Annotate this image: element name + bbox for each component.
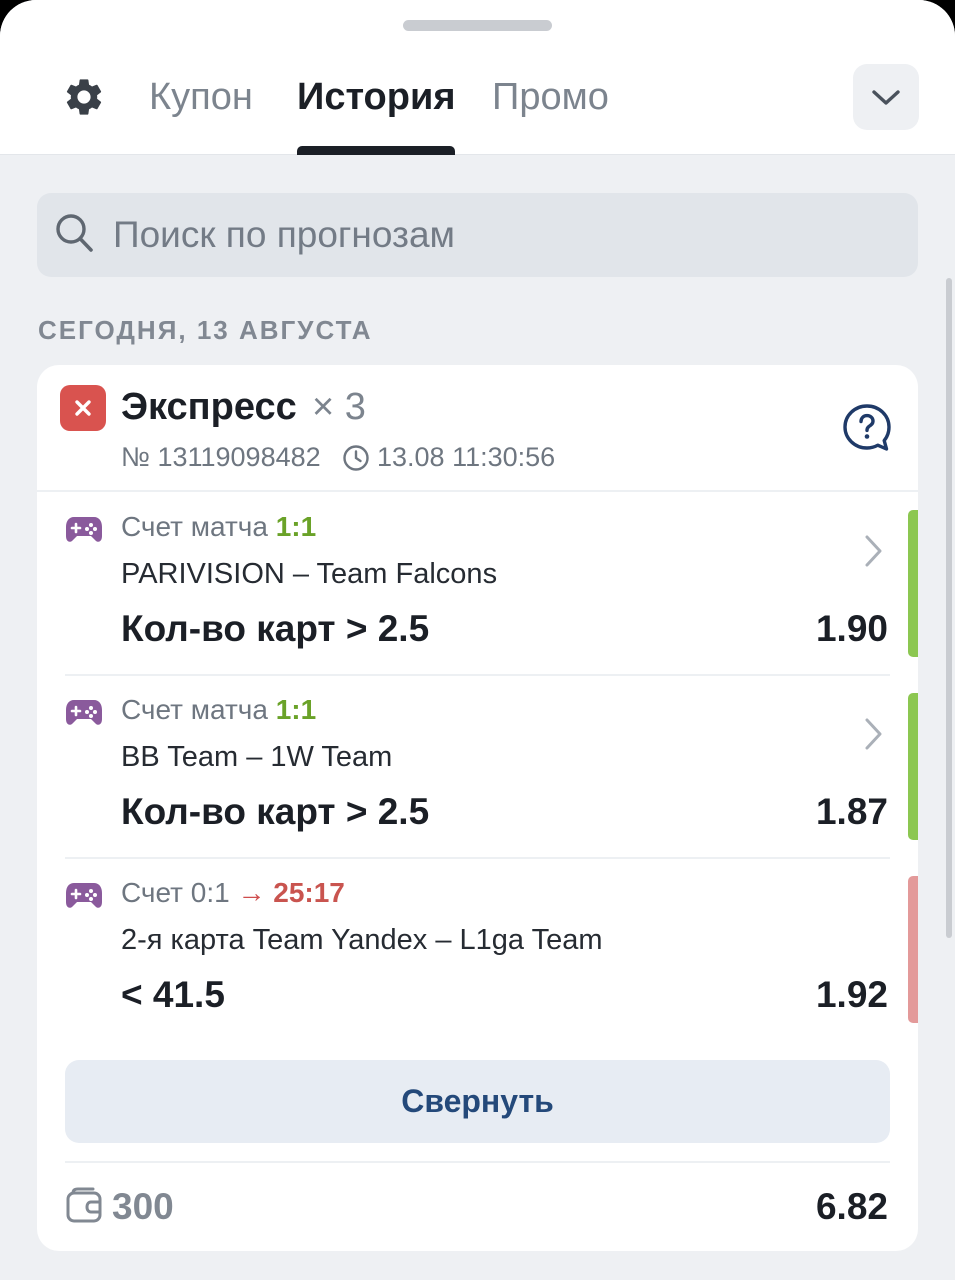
active-tab-indicator — [297, 146, 455, 155]
bet-history-sheet: Купон История Промо Поиск по прогнозам С… — [0, 0, 955, 1280]
selection-odds: 1.87 — [815, 791, 888, 832]
match-name: BB Team – 1W Team — [121, 741, 393, 773]
bet-type: Экспресс — [121, 386, 297, 428]
match-score: 0:1 — [190, 877, 230, 908]
bet-number: № 13119098482 — [121, 442, 321, 472]
stake-amount: 300 — [112, 1186, 174, 1227]
gear-icon[interactable] — [62, 75, 106, 119]
meta-label: Счет матча — [121, 694, 268, 725]
result-indicator — [908, 876, 918, 1023]
gamepad-icon — [66, 517, 102, 542]
date-header: СЕГОДНЯ, 13 АВГУСТА — [38, 315, 373, 345]
gamepad-icon — [66, 700, 102, 725]
wallet-icon — [66, 1187, 102, 1223]
selection-odds: 1.90 — [815, 608, 888, 649]
market-name: Кол-во карт > 2.5 — [121, 791, 430, 832]
chevron-right-icon[interactable] — [863, 717, 885, 751]
gamepad-icon — [66, 883, 102, 908]
selection-meta: Счет матча 1:1 — [121, 692, 316, 728]
scrollbar[interactable] — [946, 278, 952, 938]
match-score: 1:1 — [275, 694, 317, 725]
result-indicator — [908, 510, 918, 657]
bet-card: Экспресс × 3 № 13119098482 13.08 11:30:5… — [37, 365, 918, 1251]
header: Купон История Промо — [0, 0, 955, 155]
tab-coupon[interactable]: Купон — [149, 72, 253, 122]
search-input[interactable]: Поиск по прогнозам — [37, 193, 918, 277]
tab-promo[interactable]: Промо — [492, 72, 609, 122]
meta-label: Счет — [121, 877, 183, 908]
match-score: 1:1 — [275, 511, 317, 542]
meta-label: Счет матча — [121, 511, 268, 542]
bet-time: 13.08 11:30:56 — [377, 442, 556, 472]
arrow-right-icon: → — [237, 877, 266, 908]
selection-meta: Счет 0:1 → 25:17 — [121, 875, 345, 911]
lost-status-badge — [60, 385, 106, 431]
selection-odds: 1.92 — [815, 974, 888, 1015]
live-score: 25:17 — [273, 877, 345, 908]
collapse-sheet-button[interactable] — [853, 64, 919, 130]
close-icon — [75, 400, 91, 416]
collapse-button[interactable]: Свернуть — [65, 1060, 890, 1143]
tab-history[interactable]: История — [297, 72, 456, 122]
bet-count: × 3 — [312, 386, 366, 428]
help-chat-icon[interactable] — [842, 403, 892, 453]
market-name: < 41.5 — [121, 974, 225, 1015]
selection-item[interactable]: Счет матча 1:1 BB Team – 1W Team Кол-во … — [37, 675, 918, 859]
chevron-down-icon — [872, 90, 900, 105]
match-name: 2-я карта Team Yandex – L1ga Team — [121, 924, 603, 956]
market-name: Кол-во карт > 2.5 — [121, 608, 430, 649]
collapse-button-label: Свернуть — [401, 1083, 554, 1119]
selection-meta: Счет матча 1:1 — [121, 509, 316, 545]
drag-handle[interactable] — [403, 20, 552, 31]
selection-item[interactable]: Счет 0:1 → 25:17 2-я карта Team Yandex –… — [37, 858, 918, 1041]
total-odds: 6.82 — [815, 1186, 888, 1227]
selection-item[interactable]: Счет матча 1:1 PARIVISION – Team Falcons… — [37, 492, 918, 676]
match-name: PARIVISION – Team Falcons — [121, 558, 498, 590]
chevron-right-icon[interactable] — [863, 534, 885, 568]
clock-icon — [343, 445, 369, 471]
search-placeholder: Поиск по прогнозам — [113, 214, 455, 255]
result-indicator — [908, 693, 918, 840]
divider — [65, 1161, 890, 1163]
search-icon — [56, 214, 93, 252]
